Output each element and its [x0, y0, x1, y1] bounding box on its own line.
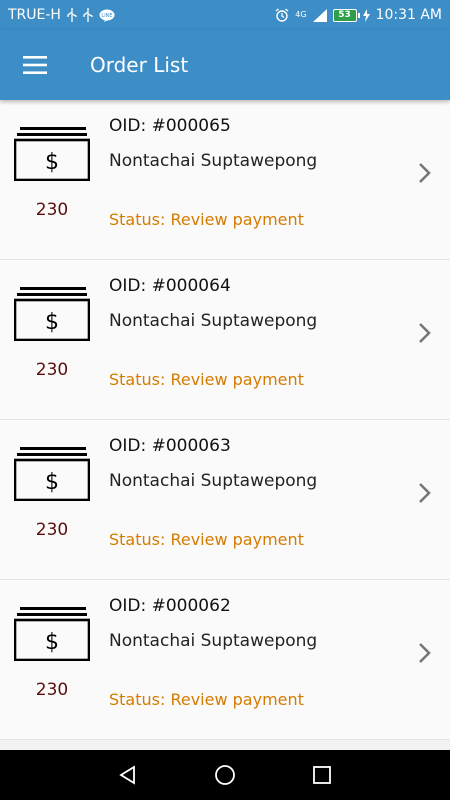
svg-text:$: $ [45, 150, 59, 175]
money-stack-icon: $ [13, 127, 91, 185]
recents-square-icon [312, 766, 331, 784]
order-id: OID: #000064 [109, 276, 231, 296]
signal-icon [312, 8, 327, 22]
money-stack-icon: $ [13, 447, 91, 505]
hamburger-menu-icon [23, 56, 47, 74]
screen: TRUE-H LINE 4G 53 10:31 AM Order List $ … [0, 0, 450, 800]
status-bar-left: TRUE-H LINE [8, 7, 115, 23]
order-status: Status: Review payment [109, 530, 304, 549]
back-button[interactable] [108, 755, 148, 795]
order-status: Status: Review payment [109, 370, 304, 389]
svg-text:LINE: LINE [101, 13, 112, 19]
order-amount: 230 [35, 520, 69, 540]
battery-level: 53 [338, 10, 351, 20]
order-id: OID: #000063 [109, 436, 231, 456]
home-button[interactable] [205, 755, 245, 795]
status-bar: TRUE-H LINE 4G 53 10:31 AM [0, 0, 450, 30]
order-amount: 230 [35, 360, 69, 380]
network-type: 4G [295, 10, 307, 19]
carrier-name: TRUE-H [8, 7, 61, 23]
alarm-icon [275, 8, 289, 22]
chevron-right-icon[interactable] [418, 482, 432, 508]
customer-name: Nontachai Suptawepong [109, 471, 318, 491]
charging-icon [362, 8, 370, 22]
usb-icon [67, 8, 77, 22]
customer-name: Nontachai Suptawepong [109, 311, 318, 331]
order-amount: 230 [35, 680, 69, 700]
money-stack-icon: $ [13, 607, 91, 665]
customer-name: Nontachai Suptawepong [109, 631, 318, 651]
order-id: OID: #000065 [109, 116, 231, 136]
chevron-right-icon[interactable] [418, 162, 432, 188]
order-status: Status: Review payment [109, 210, 304, 229]
order-list: $ 230 OID: #000065 Nontachai Suptawepong… [0, 100, 450, 740]
order-id: OID: #000062 [109, 596, 231, 616]
recents-button[interactable] [302, 755, 342, 795]
order-list-item[interactable]: $ 230 OID: #000062 Nontachai Suptawepong… [0, 580, 450, 740]
clock: 10:31 AM [375, 7, 442, 23]
svg-text:$: $ [45, 470, 59, 495]
order-status: Status: Review payment [109, 690, 304, 709]
app-bar: Order List [0, 30, 450, 100]
order-list-item[interactable]: $ 230 OID: #000064 Nontachai Suptawepong… [0, 260, 450, 420]
back-triangle-icon [119, 765, 136, 785]
menu-button[interactable] [0, 30, 70, 100]
customer-name: Nontachai Suptawepong [109, 151, 318, 171]
svg-text:$: $ [45, 310, 59, 335]
line-chat-icon: LINE [99, 9, 115, 22]
order-amount: 230 [35, 200, 69, 220]
usb-icon [83, 8, 93, 22]
order-list-item[interactable]: $ 230 OID: #000063 Nontachai Suptawepong… [0, 420, 450, 580]
system-nav-bar [0, 750, 450, 800]
chevron-right-icon[interactable] [418, 642, 432, 668]
home-circle-icon [215, 765, 235, 785]
money-stack-icon: $ [13, 287, 91, 345]
battery-icon: 53 [332, 8, 360, 22]
page-title: Order List [90, 53, 189, 77]
status-bar-right: 4G 53 10:31 AM [275, 7, 442, 23]
chevron-right-icon[interactable] [418, 322, 432, 348]
svg-text:$: $ [45, 630, 59, 655]
order-list-item[interactable]: $ 230 OID: #000065 Nontachai Suptawepong… [0, 100, 450, 260]
